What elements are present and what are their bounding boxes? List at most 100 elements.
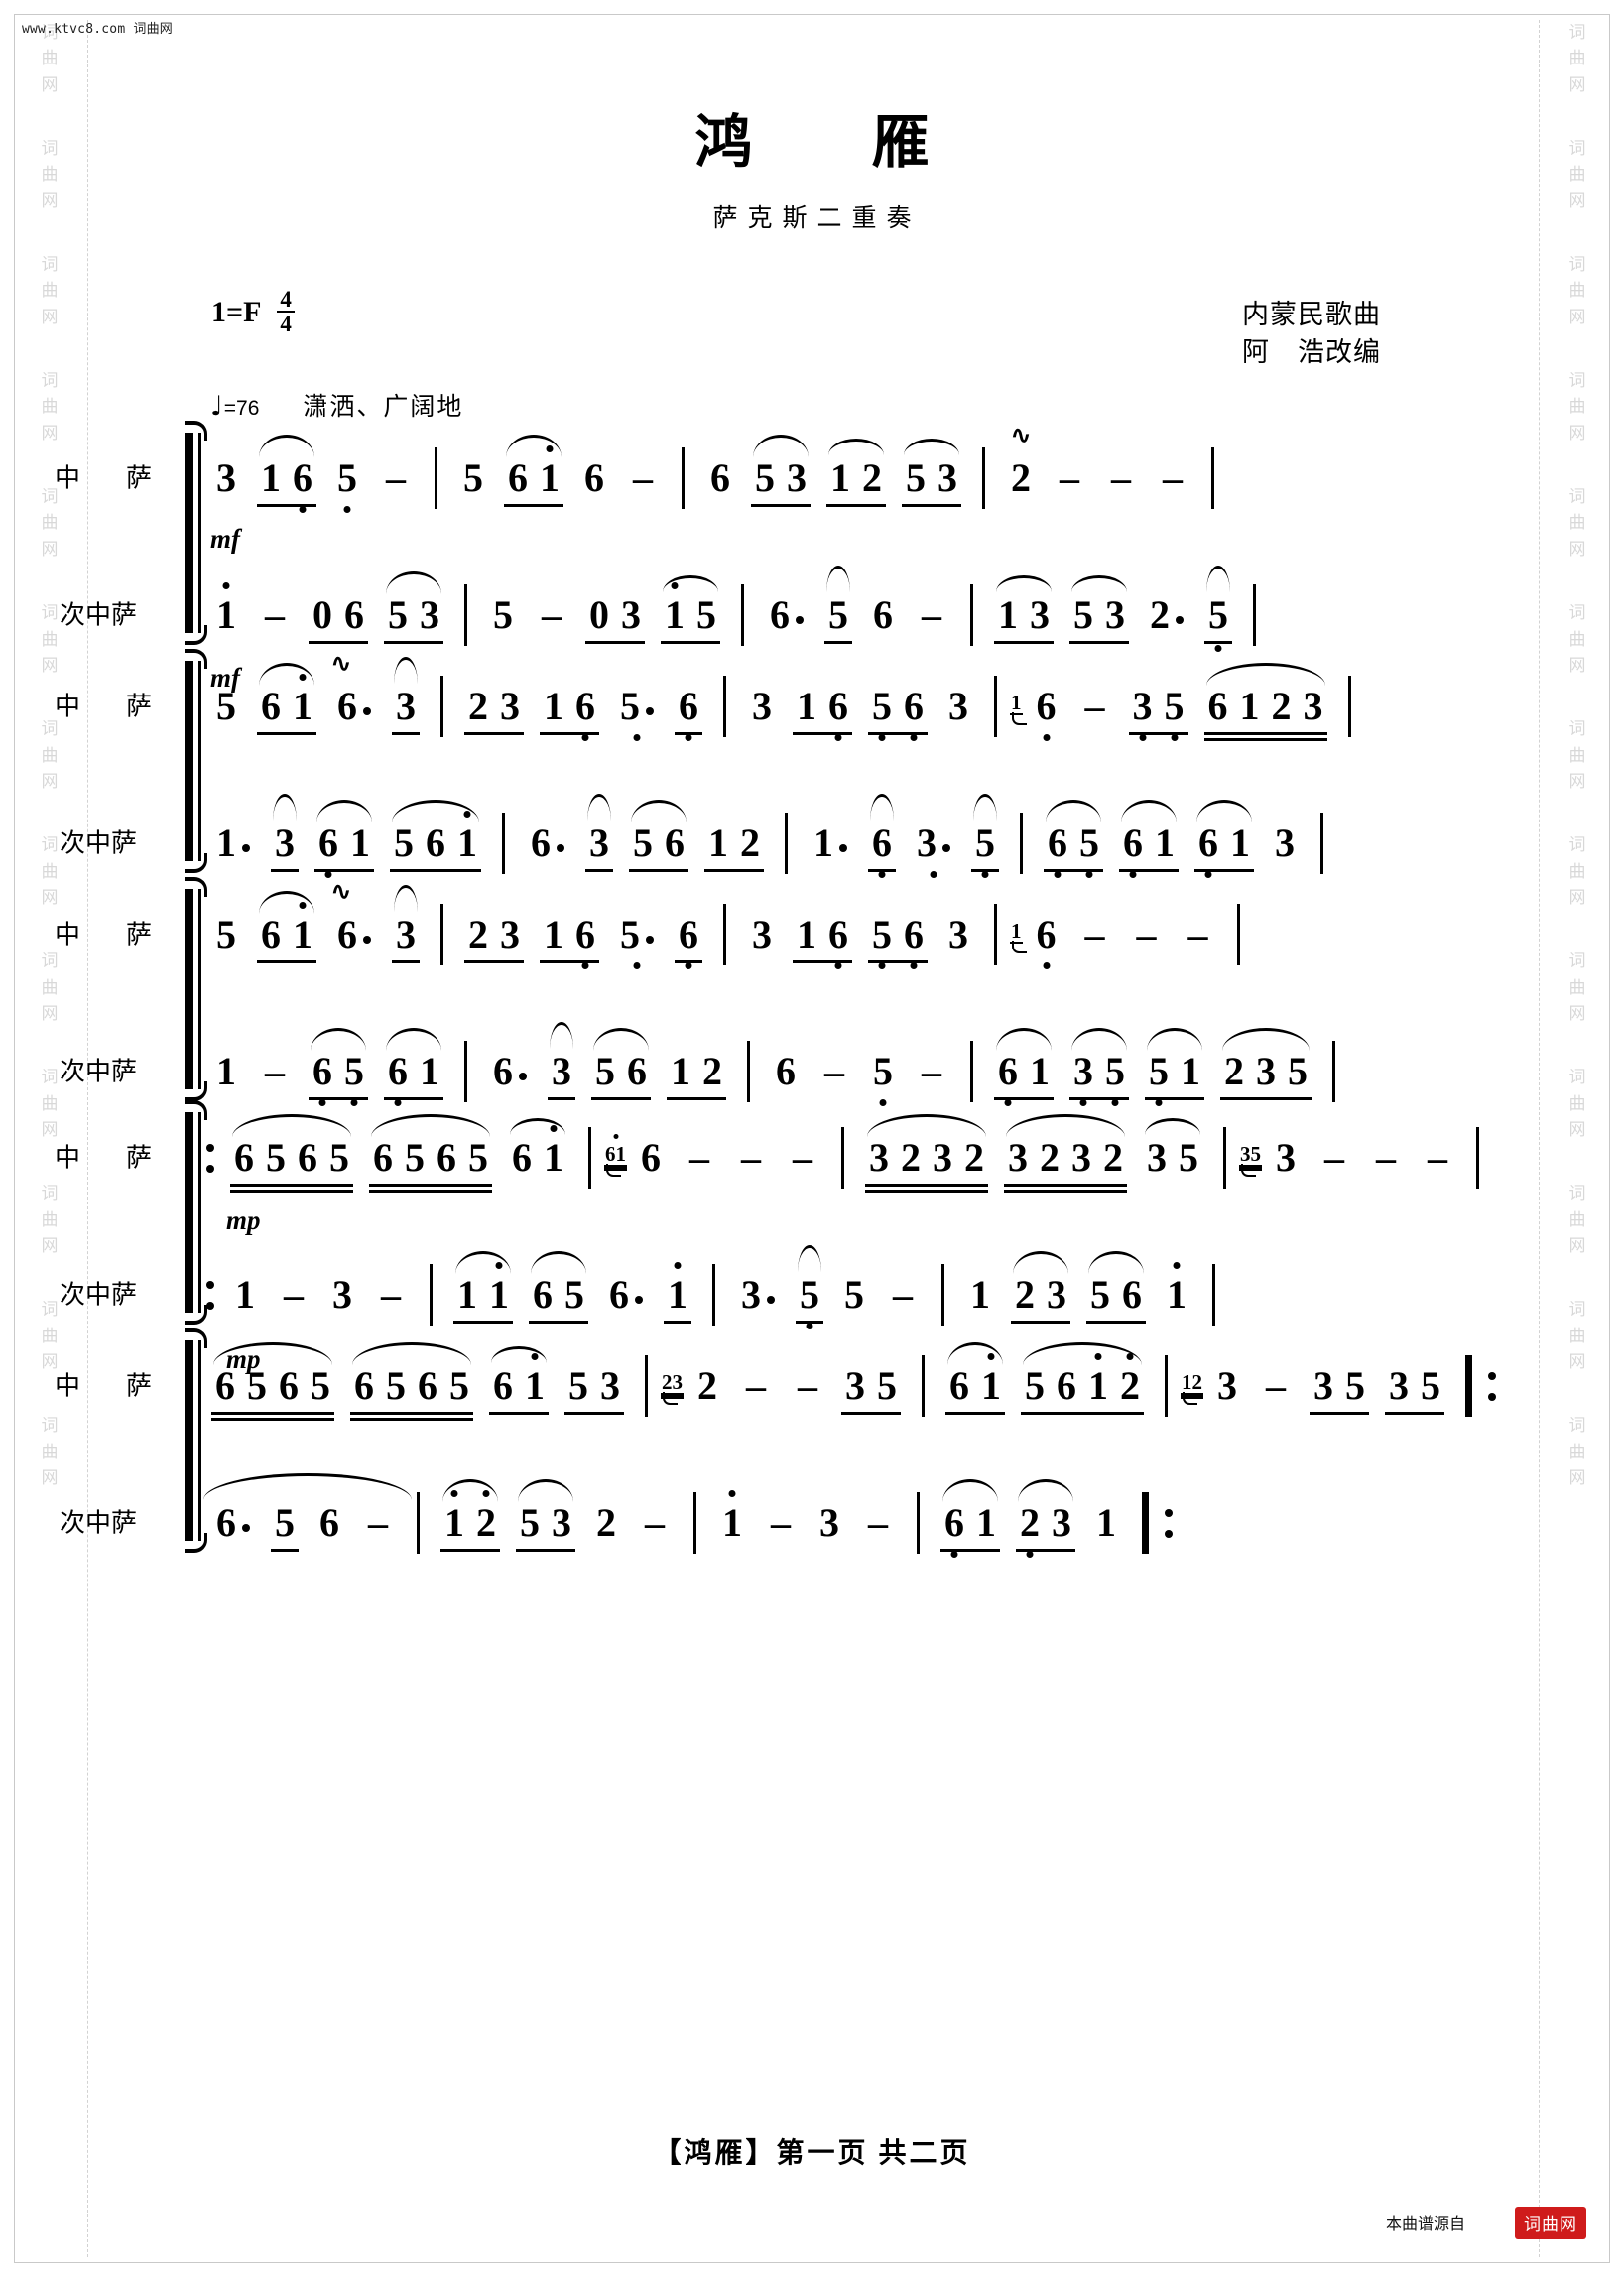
duration-dash: –	[1187, 912, 1208, 956]
note: 6	[710, 455, 730, 500]
note: 3	[1047, 1272, 1066, 1317]
staff-alto-1: 中 萨 3 1 6 5 – 5 6 1 6 – 6 5 3 1 2 5 3 ∿ …	[0, 423, 1624, 530]
note: 6	[584, 455, 604, 500]
note-group: 5 6	[866, 687, 930, 741]
duration-dash: –	[265, 592, 285, 637]
note: 5	[1025, 1363, 1045, 1408]
note: 6	[512, 1135, 532, 1180]
barline	[712, 1264, 715, 1326]
note: 3	[552, 1500, 571, 1545]
tempo-row: ♩ =76 潇洒、广阔地	[210, 387, 463, 423]
note: 6	[312, 823, 344, 878]
measure-18: 23 2 – – 3 5	[661, 1334, 909, 1438]
note-group: 6 1	[382, 1028, 445, 1106]
note-group: 2 3	[1009, 1251, 1072, 1324]
note-group: 3 5	[1141, 1118, 1204, 1178]
staff-alto-3: 中 萨 5 6 1 ∿ 6 3 2 3 1 6 5 6 3 1 6 5 6 3 …	[0, 879, 1624, 986]
note: 6	[1042, 823, 1073, 878]
barline	[464, 584, 467, 646]
barline	[435, 447, 437, 509]
note: 1	[534, 445, 565, 498]
composer-line-2: 阿 浩改编	[1242, 337, 1381, 368]
note: 5	[633, 821, 653, 865]
note: 3	[1030, 592, 1050, 637]
note: 1	[1230, 821, 1250, 865]
note: 5	[388, 592, 408, 637]
system-5: 中 萨 6 5 6 5 6 5 6 5 6 1 5 3 23 2 – – 3 5…	[0, 1328, 1624, 1575]
note: 6	[234, 1135, 254, 1180]
duration-dash: –	[798, 1363, 817, 1408]
duration-dash: –	[1376, 1135, 1396, 1180]
note-group: 2 3	[462, 684, 526, 735]
note: 5	[828, 592, 848, 637]
note-dotted: 6	[203, 1473, 412, 1543]
note-group: 6 1	[312, 800, 376, 878]
note-group: 6 1	[1117, 800, 1181, 878]
notes-alto-2: 5 6 1 ∿ 6 3 2 3 1 6 5 6 3 1 6 5 6 3 1 6 …	[203, 651, 1530, 758]
note: 2	[468, 684, 488, 728]
note: 2	[470, 1490, 502, 1543]
note-group: 1 6	[791, 915, 854, 969]
note-group: 5	[1202, 566, 1234, 652]
note: 6	[319, 1500, 339, 1545]
duration-dash: –	[386, 455, 406, 500]
duration-dash: –	[633, 455, 653, 500]
note-group: 3 5	[1127, 687, 1190, 741]
grace-note-pair: 61	[604, 1133, 627, 1177]
note-dotted: 3	[728, 1275, 788, 1315]
note: 2	[1271, 684, 1292, 728]
note: 3	[1256, 1049, 1276, 1093]
measure-13: 6 5 6 5 6 5 6 5 6 1	[222, 1106, 575, 1209]
barline	[1165, 1355, 1168, 1417]
note: 3	[1313, 1363, 1333, 1408]
measure-1: 3 1 6 5 –	[203, 427, 422, 530]
note: 1	[538, 1125, 569, 1178]
note: 6	[627, 1049, 647, 1093]
note: 1	[708, 821, 728, 865]
note: 6	[938, 1503, 970, 1558]
measure-1: 1 – 0 6 5 3	[203, 564, 451, 667]
note: 5	[275, 1500, 295, 1545]
note: 1	[998, 592, 1018, 637]
repeat-end-dots-tenor	[1165, 1492, 1173, 1554]
measure-18: 1 2 5 3 2 –	[433, 1471, 681, 1575]
note-group: 6	[673, 915, 704, 969]
barline	[430, 1264, 433, 1326]
note: 5	[1288, 1049, 1308, 1093]
note-dotted: 3	[904, 823, 963, 878]
note: 6	[1117, 823, 1149, 878]
note: 5	[1099, 1052, 1131, 1106]
note: 6	[822, 687, 854, 741]
note: 2	[964, 1135, 984, 1180]
note: 5	[405, 1135, 425, 1180]
note-dotted: ∿ 6	[324, 879, 384, 954]
site-url: www.ktvc8.com 词曲网	[22, 22, 173, 37]
barline	[1212, 1264, 1215, 1326]
note: 6	[569, 687, 601, 741]
barline	[502, 813, 505, 874]
note-dotted: 2	[1137, 595, 1196, 635]
measure-20: 6 1 2 3 1	[933, 1471, 1129, 1575]
note-dotted: 5	[607, 687, 667, 741]
measure-20: 12 3 – 3 5 3 5	[1181, 1334, 1452, 1438]
measure-8: 6 5 6 1 6 1 3	[1036, 792, 1308, 895]
barline	[464, 1041, 467, 1102]
note: 5	[564, 1272, 584, 1317]
note: 5	[696, 592, 716, 637]
duration-dash: –	[645, 1500, 665, 1545]
note: 1	[970, 1272, 990, 1317]
note: 2	[1114, 1353, 1146, 1406]
repeat-start-dots-tenor	[206, 1264, 214, 1326]
part-label-tenor: 次中萨	[60, 1280, 138, 1310]
duration-dash: –	[793, 1135, 812, 1180]
note: 6	[1207, 684, 1228, 728]
note: 5	[266, 1135, 286, 1180]
note-group: 5 6	[1084, 1251, 1148, 1324]
note: 0	[589, 592, 609, 637]
measure-13: 1 – 3 –	[222, 1243, 417, 1346]
note: 5	[520, 1500, 540, 1545]
note: 5	[568, 1363, 588, 1408]
note-group: 1 2	[438, 1479, 502, 1552]
note-group: 3 5	[1067, 1028, 1131, 1106]
repeat-end-barline	[1142, 1492, 1149, 1554]
